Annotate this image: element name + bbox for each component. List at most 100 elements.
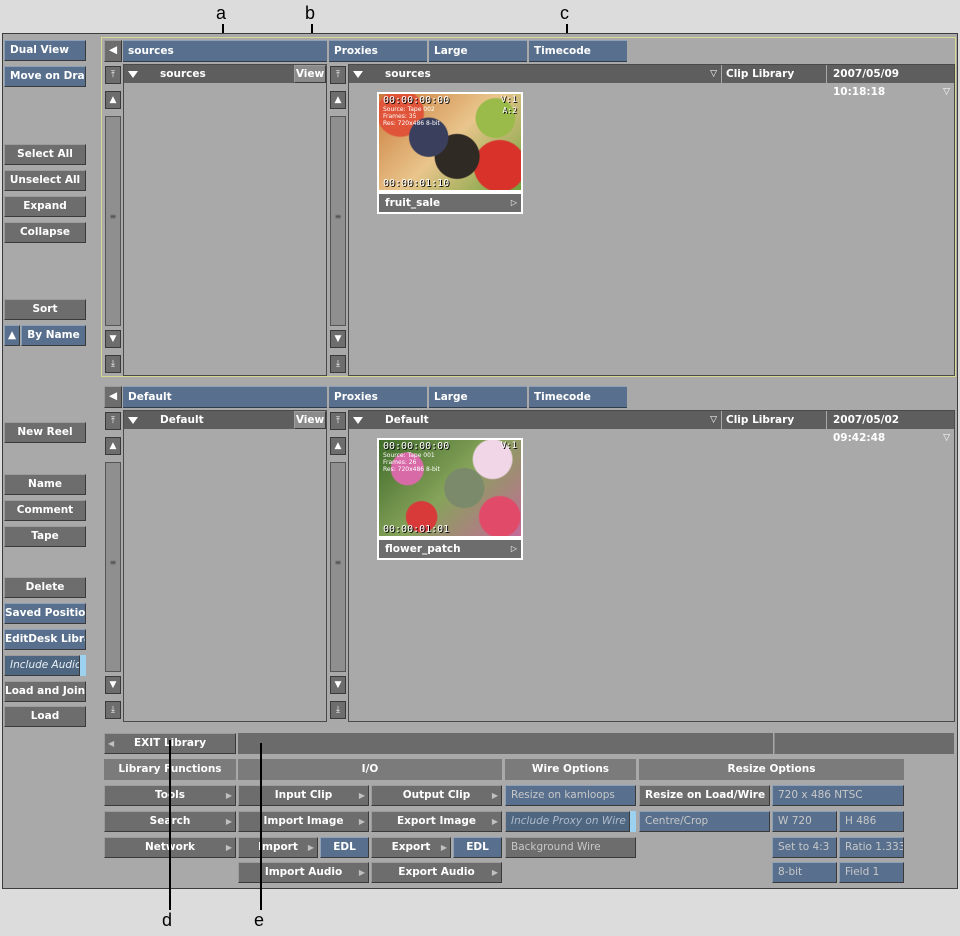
scroll-bottom-icon[interactable]: ⤓: [330, 701, 346, 719]
bottom-tab-large[interactable]: Large: [429, 386, 527, 408]
top-reel-tree[interactable]: [123, 64, 327, 376]
sort-direction-icon[interactable]: ▲: [4, 325, 20, 346]
scroll-bottom-icon[interactable]: ⤓: [330, 355, 346, 373]
expand-arrow-icon[interactable]: [128, 70, 138, 78]
input-clip-button[interactable]: Input Clip ▶: [238, 785, 369, 806]
sort-button[interactable]: Sort: [4, 299, 86, 320]
bottom-tab-default[interactable]: Default: [123, 386, 327, 408]
bottom-tab-proxies[interactable]: Proxies: [329, 386, 427, 408]
export-image-button[interactable]: Export Image ▶: [371, 811, 502, 832]
include-proxy-on-wire-toggle[interactable]: Include Proxy on Wire: [505, 811, 630, 832]
top-view-button[interactable]: View: [294, 65, 326, 83]
scroll-down-icon[interactable]: ▼: [330, 330, 346, 348]
scroll-bottom-icon[interactable]: ⤓: [105, 355, 121, 373]
clip-flower-patch[interactable]: 00:00:00:00 V:1 Source: Tape 001 Frames: …: [377, 438, 523, 560]
bottom-date-selector[interactable]: 2007/05/02 09:42:48 ▽: [827, 411, 954, 444]
play-icon[interactable]: ▷: [511, 540, 517, 558]
name-button[interactable]: Name: [4, 474, 86, 495]
bottom-list-header[interactable]: Default ▽: [349, 411, 721, 429]
ratio-field[interactable]: Ratio 1.333: [839, 837, 904, 858]
load-and-join-button[interactable]: Load and Join: [4, 681, 86, 702]
saved-position-button[interactable]: Saved Position: [4, 603, 86, 624]
dropdown-icon[interactable]: ▽: [710, 411, 717, 429]
field-selector[interactable]: Field 1: [839, 862, 904, 883]
top-tab-proxies[interactable]: Proxies: [329, 40, 427, 62]
import-button[interactable]: Import ▶: [238, 837, 318, 858]
scroll-top-icon[interactable]: ⤒: [105, 412, 121, 430]
top-tab-sources[interactable]: sources: [123, 40, 327, 62]
output-clip-button[interactable]: Output Clip ▶: [371, 785, 502, 806]
scroll-up-icon[interactable]: ▲: [330, 437, 346, 455]
top-tab-large[interactable]: Large: [429, 40, 527, 62]
bottom-tree-scrollbar[interactable]: ⤒ ▲ ≡ ▼ ⤓: [104, 410, 122, 722]
comment-button[interactable]: Comment: [4, 500, 86, 521]
collapse-button[interactable]: Collapse: [4, 222, 86, 243]
scroll-top-icon[interactable]: ⤒: [105, 66, 121, 84]
delete-button[interactable]: Delete: [4, 577, 86, 598]
expand-arrow-icon[interactable]: [353, 416, 363, 424]
editdesk-library-button[interactable]: EditDesk Library: [4, 629, 86, 650]
import-image-button[interactable]: Import Image ▶: [238, 811, 369, 832]
new-reel-button[interactable]: New Reel: [4, 422, 86, 443]
bottom-view-button[interactable]: View: [294, 411, 326, 429]
bottom-list-scrollbar[interactable]: ⤒ ▲ ≡ ▼ ⤓: [329, 410, 347, 722]
top-list-header[interactable]: sources ▽: [349, 65, 721, 83]
expand-arrow-icon[interactable]: [353, 70, 363, 78]
dropdown-icon[interactable]: ▽: [943, 83, 950, 101]
scroll-top-icon[interactable]: ⤒: [330, 412, 346, 430]
resize-on-load-wire-button[interactable]: Resize on Load/Wire: [639, 785, 770, 806]
set-to-ratio-button[interactable]: Set to 4:3: [772, 837, 837, 858]
scroll-down-icon[interactable]: ▼: [105, 330, 121, 348]
move-on-drag-button[interactable]: Move on Drag: [4, 66, 86, 87]
top-date-selector[interactable]: 2007/05/09 10:18:18 ▽: [827, 65, 954, 98]
select-all-button[interactable]: Select All: [4, 144, 86, 165]
scroll-up-icon[interactable]: ▲: [105, 437, 121, 455]
top-library-selector[interactable]: Clip Library: [722, 65, 826, 83]
scroll-down-icon[interactable]: ▼: [330, 676, 346, 694]
expand-arrow-icon[interactable]: [128, 416, 138, 424]
bottom-collapse-icon[interactable]: ◀: [104, 386, 122, 408]
clip-thumbnail: 00:00:00:00 V:1 A:2 Source: Tape 002 Fram…: [379, 94, 521, 190]
top-tree-scrollbar[interactable]: ⤒ ▲ ≡ ▼ ⤓: [104, 64, 122, 376]
play-icon[interactable]: ▷: [511, 194, 517, 212]
message-bar: [238, 733, 773, 754]
by-name-button[interactable]: By Name: [21, 325, 86, 346]
bottom-library-selector[interactable]: Clip Library: [722, 411, 826, 429]
scroll-top-icon[interactable]: ⤒: [330, 66, 346, 84]
top-list-scrollbar[interactable]: ⤒ ▲ ≡ ▼ ⤓: [329, 64, 347, 376]
load-button[interactable]: Load: [4, 706, 86, 727]
import-audio-button[interactable]: Import Audio ▶: [238, 862, 369, 883]
tape-button[interactable]: Tape: [4, 526, 86, 547]
scroll-down-icon[interactable]: ▼: [105, 676, 121, 694]
resize-on-kamloops-button[interactable]: Resize on kamloops: [505, 785, 636, 806]
scroll-bottom-icon[interactable]: ⤓: [105, 701, 121, 719]
import-edl-button[interactable]: EDL: [320, 837, 369, 858]
dropdown-icon[interactable]: ▽: [710, 65, 717, 83]
background-wire-button[interactable]: Background Wire: [505, 837, 636, 858]
width-field[interactable]: W 720: [772, 811, 837, 832]
unselect-all-button[interactable]: Unselect All: [4, 170, 86, 191]
export-audio-button[interactable]: Export Audio ▶: [371, 862, 502, 883]
scroll-up-icon[interactable]: ▲: [330, 91, 346, 109]
expand-button[interactable]: Expand: [4, 196, 86, 217]
dual-view-button[interactable]: Dual View: [4, 40, 86, 61]
clip-fruit-sale[interactable]: 00:00:00:00 V:1 A:2 Source: Tape 002 Fram…: [377, 92, 523, 214]
bottom-reel-tree[interactable]: [123, 410, 327, 722]
centre-crop-button[interactable]: Centre/Crop: [639, 811, 770, 832]
export-button[interactable]: Export ▶: [371, 837, 451, 858]
scroll-up-icon[interactable]: ▲: [105, 91, 121, 109]
format-selector[interactable]: 720 x 486 NTSC: [772, 785, 904, 806]
bit-depth-selector[interactable]: 8-bit: [772, 862, 837, 883]
top-tree-header[interactable]: sources: [124, 65, 294, 83]
export-edl-button[interactable]: EDL: [453, 837, 502, 858]
bottom-tree-header[interactable]: Default: [124, 411, 294, 429]
bottom-tab-timecode[interactable]: Timecode: [529, 386, 627, 408]
include-audio-toggle[interactable]: Include Audio: [4, 655, 80, 676]
status-bar: [774, 733, 954, 754]
callout-line-d: [169, 740, 171, 910]
height-field[interactable]: H 486: [839, 811, 904, 832]
top-collapse-icon[interactable]: ◀: [104, 40, 122, 62]
top-tab-timecode[interactable]: Timecode: [529, 40, 627, 62]
callout-line-e: [260, 743, 262, 910]
dropdown-icon[interactable]: ▽: [943, 429, 950, 447]
